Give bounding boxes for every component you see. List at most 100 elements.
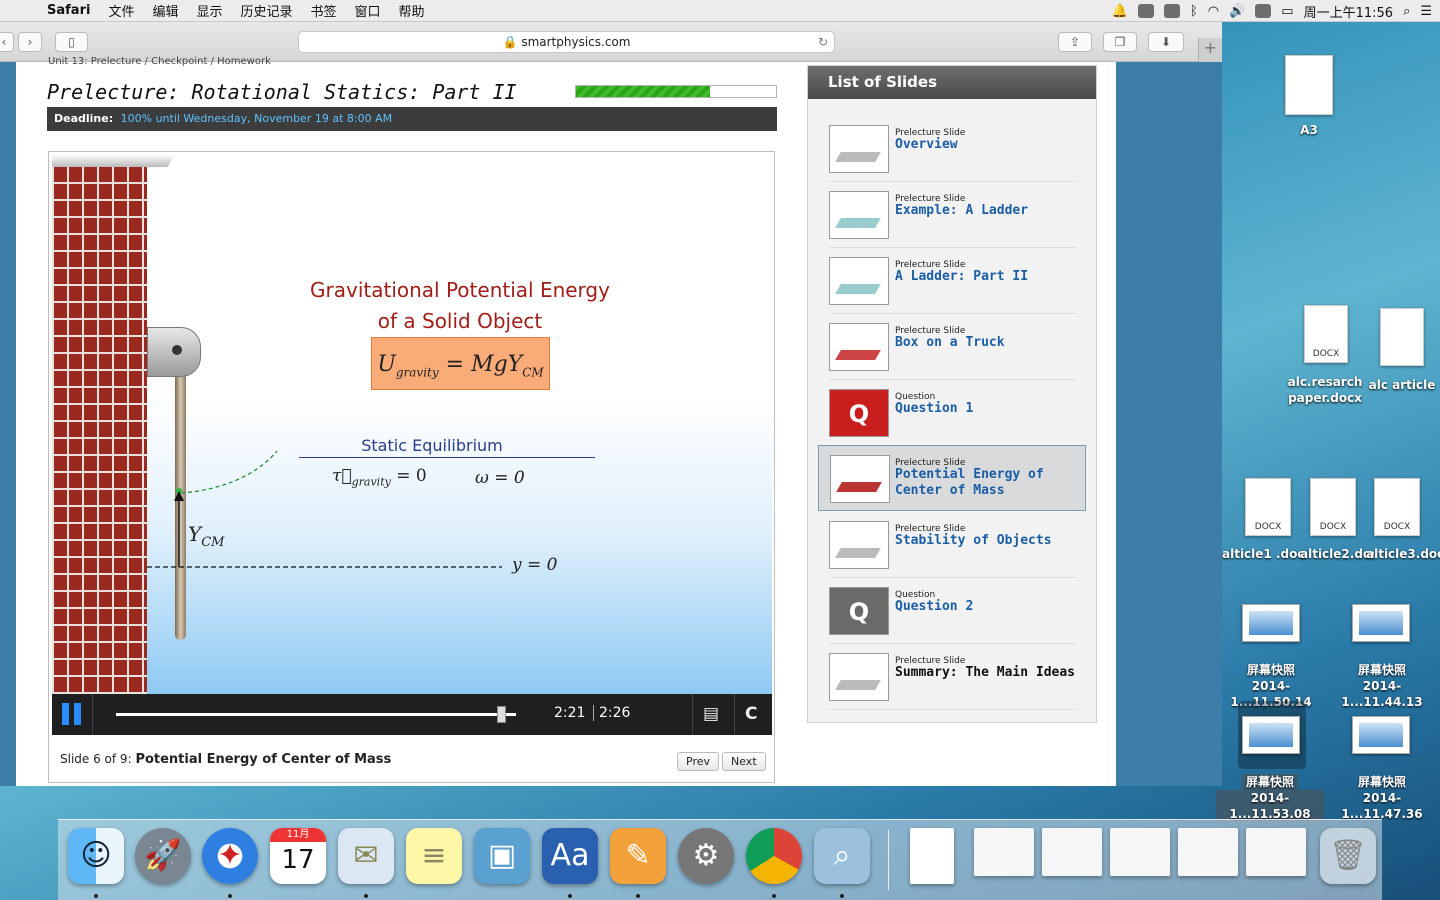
share-icon[interactable]: ⇪: [1058, 32, 1092, 52]
desktop-file-alticle3-label[interactable]: alticle3.docx: [1366, 546, 1440, 562]
screenshot-file-label-selected[interactable]: 屏幕快照 2014-1...11.53.08: [1216, 774, 1324, 822]
address-bar[interactable]: 🔒 smartphysics.com ↻: [298, 31, 835, 53]
pages-icon[interactable]: ✎: [610, 828, 666, 884]
slide-list-item[interactable]: Prelecture Slide Overview: [829, 116, 1077, 182]
slide-name[interactable]: Stability of Objects: [895, 533, 1075, 549]
dictionary-icon[interactable]: Aa: [542, 828, 598, 884]
menu-help[interactable]: 帮助: [390, 1, 434, 20]
clock[interactable]: 周一上午11:56: [1304, 2, 1393, 21]
desktop-file-alticle1-label[interactable]: alticle1 .docx: [1222, 546, 1306, 562]
screenshot-file-label[interactable]: 屏幕快照 2014-1...11.47.36: [1330, 774, 1434, 822]
desktop-file-alc-article-label[interactable]: alc article: [1364, 377, 1440, 393]
menu-edit[interactable]: 编辑: [143, 1, 187, 20]
screenshot-file-icon[interactable]: [1242, 604, 1300, 642]
menu-file[interactable]: 文件: [99, 1, 143, 20]
desktop-file-a3-icon[interactable]: [1285, 55, 1333, 115]
recent-document-icon[interactable]: [1110, 828, 1170, 876]
menu-app-safari[interactable]: Safari: [38, 3, 99, 18]
recent-document-icon[interactable]: [1246, 828, 1306, 876]
new-tab-button[interactable]: +: [1198, 38, 1222, 62]
back-button[interactable]: ‹: [0, 32, 14, 52]
mail-icon[interactable]: ✉: [338, 828, 394, 884]
document-stack-icon[interactable]: [910, 828, 954, 884]
docx-file-icon[interactable]: DOCX: [1245, 478, 1291, 536]
desktop-file-alc-paper-label[interactable]: alc.resarch paper.docx: [1280, 374, 1370, 406]
deadline-label: Deadline:: [54, 112, 114, 125]
slide-name[interactable]: Potential Energy of Center of Mass: [895, 467, 1075, 499]
slide-name[interactable]: Question 1: [895, 401, 1075, 417]
menu-history[interactable]: 历史记录: [231, 1, 301, 20]
menu-bar: Safari 文件 编辑 显示 历史记录 书签 窗口 帮助 🔔 ᛒ ◠ 🔊 ▭ …: [0, 0, 1440, 22]
screenshot-file-icon[interactable]: [1352, 604, 1410, 642]
closed-captions-icon[interactable]: C: [745, 704, 757, 724]
next-button[interactable]: Next: [722, 752, 766, 771]
notification-center-icon[interactable]: ☰: [1420, 4, 1432, 19]
launchpad-icon[interactable]: 🚀: [135, 828, 191, 884]
slide-list-item[interactable]: Prelecture Slide Stability of Objects: [829, 512, 1077, 578]
menu-view[interactable]: 显示: [187, 1, 231, 20]
docx-tag: DOCX: [1383, 522, 1411, 532]
seek-bar[interactable]: [116, 706, 516, 723]
iphoto-icon[interactable]: ▣: [474, 828, 530, 884]
screenshot-file-icon[interactable]: [1352, 716, 1410, 754]
slide-stage[interactable]: Gravitational Potential Energy of a Soli…: [52, 155, 772, 694]
notification-bell-icon[interactable]: 🔔: [1112, 4, 1128, 19]
forward-button[interactable]: ›: [18, 32, 42, 52]
slide-list-item[interactable]: Q Question Question 1: [829, 380, 1077, 446]
downloads-icon[interactable]: ⬇: [1148, 32, 1184, 52]
docx-file-icon[interactable]: DOCX: [1310, 478, 1356, 536]
recent-document-icon[interactable]: [1178, 828, 1238, 876]
wifi-icon[interactable]: ◠: [1208, 4, 1219, 19]
seek-knob[interactable]: [497, 706, 507, 723]
menu-window[interactable]: 窗口: [346, 1, 390, 20]
desktop-file-a3-label[interactable]: A3: [1270, 122, 1348, 138]
recent-document-icon[interactable]: [974, 828, 1034, 876]
bluetooth-icon[interactable]: ᛒ: [1190, 4, 1198, 19]
calendar-icon[interactable]: 11月 17: [270, 828, 326, 884]
safari-icon[interactable]: ✦: [202, 828, 258, 884]
sidebar-toggle-icon[interactable]: ▯: [55, 32, 88, 52]
slide-list-item[interactable]: Prelecture Slide Example: A Ladder: [829, 182, 1077, 248]
spotlight-icon[interactable]: ⌕: [1403, 4, 1410, 19]
desktop-file-alticle2-label[interactable]: alticle2.docx: [1300, 546, 1374, 562]
notes-icon[interactable]: ≡: [406, 828, 462, 884]
slide-list-item[interactable]: Prelecture Slide Summary: The Main Ideas: [829, 644, 1077, 710]
screenshot-file-icon-selected[interactable]: [1242, 716, 1300, 754]
system-preferences-icon[interactable]: ⚙: [678, 828, 734, 884]
finder-icon[interactable]: ☺: [68, 828, 124, 884]
docx-file-icon[interactable]: DOCX: [1374, 478, 1420, 536]
slide-name[interactable]: Question 2: [895, 599, 1075, 615]
slide-list-item-active[interactable]: Prelecture Slide Potential Energy of Cen…: [818, 445, 1086, 511]
volume-icon[interactable]: 🔊: [1229, 4, 1245, 19]
docx-file-icon[interactable]: [1380, 308, 1424, 366]
slide-name[interactable]: A Ladder: Part II: [895, 269, 1075, 285]
pause-icon[interactable]: [62, 703, 84, 727]
transcript-icon[interactable]: ▤: [703, 704, 719, 724]
battery-icon[interactable]: ▭: [1281, 4, 1293, 19]
slide-list-panel: List of Slides Prelecture Slide Overview…: [807, 65, 1097, 723]
trash-icon[interactable]: 🗑: [1320, 828, 1376, 884]
preview-icon[interactable]: ⌕: [814, 828, 870, 884]
page-title: Prelecture: Rotational Statics: Part II: [47, 80, 517, 104]
reload-icon[interactable]: ↻: [818, 32, 828, 52]
time-machine-icon[interactable]: [1163, 4, 1180, 18]
ycm-symbol: Y: [188, 522, 202, 546]
slide-list-item[interactable]: Prelecture Slide A Ladder: Part II: [829, 248, 1077, 314]
menu-bookmarks[interactable]: 书签: [302, 1, 346, 20]
docx-file-icon[interactable]: DOCX: [1304, 305, 1348, 363]
breadcrumb[interactable]: Unit 13: Prelecture / Checkpoint / Homew…: [48, 56, 271, 67]
page-content: Unit 13: Prelecture / Checkpoint / Homew…: [0, 56, 1222, 786]
slide-list-item[interactable]: Prelecture Slide Box on a Truck: [829, 314, 1077, 380]
screenshot-file-label[interactable]: 屏幕快照 2014-1...11.44.13: [1330, 662, 1434, 710]
slide-name[interactable]: Box on a Truck: [895, 335, 1075, 351]
recent-document-icon[interactable]: [1042, 828, 1102, 876]
chrome-icon[interactable]: [746, 828, 802, 884]
slide-list-item[interactable]: Q Question Question 2: [829, 578, 1077, 644]
slide-name[interactable]: Summary: The Main Ideas: [895, 665, 1075, 681]
input-method-icon[interactable]: [1255, 4, 1272, 18]
search-status-icon[interactable]: [1137, 4, 1154, 18]
prev-button[interactable]: Prev: [677, 752, 719, 771]
slide-name[interactable]: Overview: [895, 137, 1075, 153]
tabs-overview-icon[interactable]: ❐: [1103, 32, 1137, 52]
slide-name[interactable]: Example: A Ladder: [895, 203, 1075, 219]
